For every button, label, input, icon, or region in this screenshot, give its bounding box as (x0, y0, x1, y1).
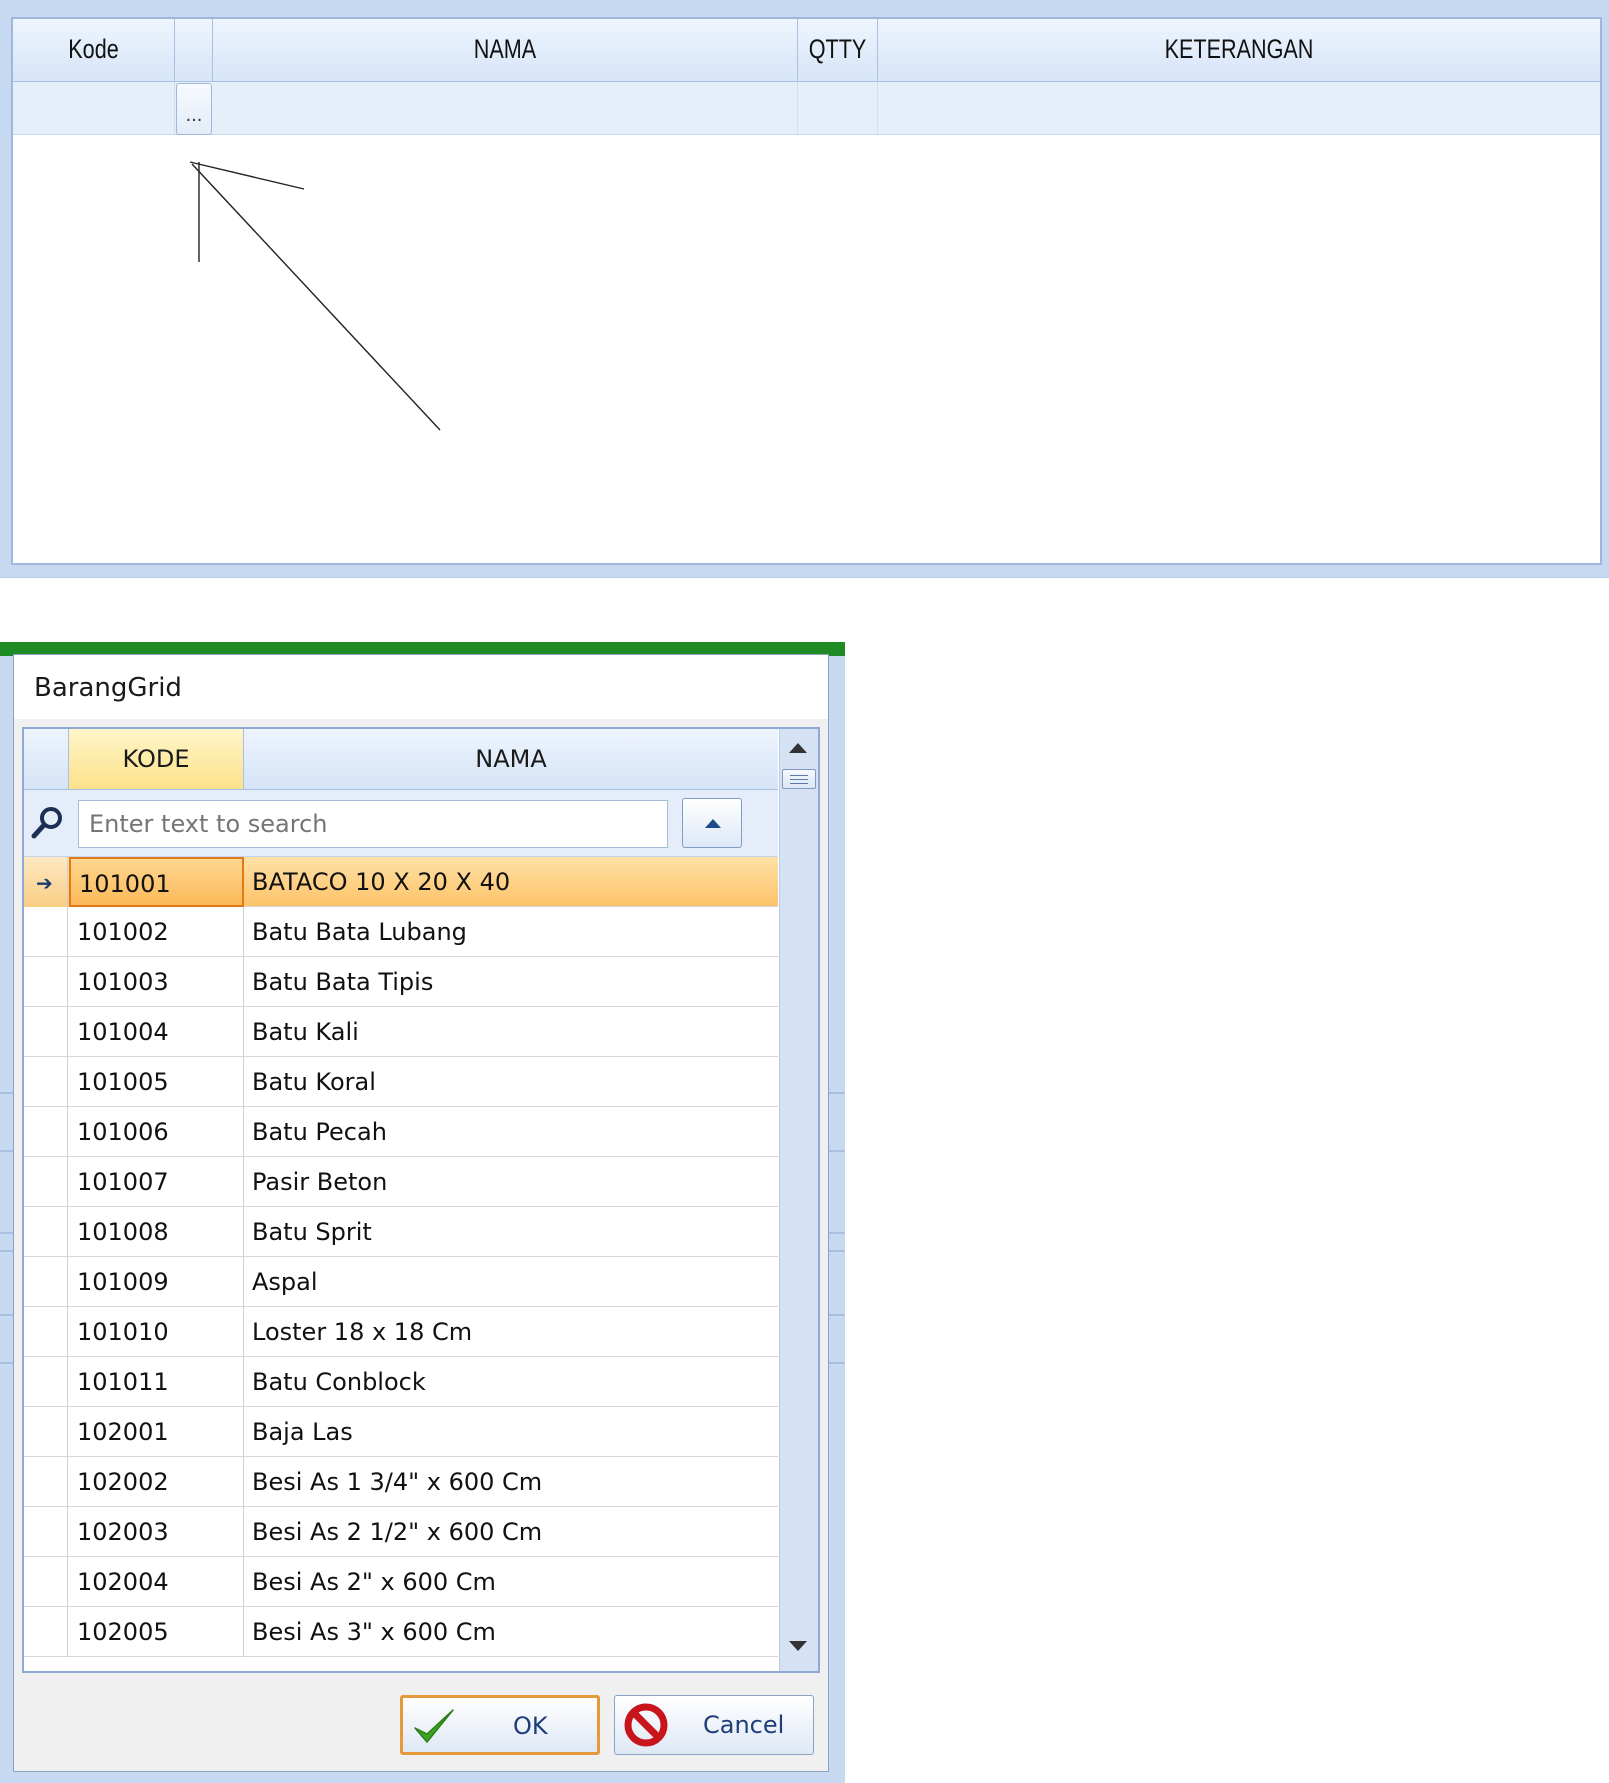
table-row[interactable]: 101004 Batu Kali (24, 1007, 778, 1057)
nama-cell[interactable]: Batu Bata Tipis (244, 957, 778, 1007)
nama-cell[interactable]: Besi As 3" x 600 Cm (244, 1607, 778, 1657)
row-indicator[interactable] (24, 1107, 68, 1157)
kode-cell[interactable]: 101001 (69, 857, 244, 907)
kode-cell[interactable]: 101010 (69, 1307, 244, 1357)
checkmark-icon (414, 1709, 454, 1743)
row-indicator[interactable] (24, 1157, 68, 1207)
cancel-icon (624, 1703, 668, 1747)
row-indicator[interactable] (24, 1507, 68, 1557)
table-row[interactable]: 101008 Batu Sprit (24, 1207, 778, 1257)
kode-cell[interactable]: 102005 (69, 1607, 244, 1657)
vertical-scrollbar[interactable] (779, 729, 818, 1671)
ok-button[interactable]: OK (400, 1695, 600, 1755)
cancel-button[interactable]: Cancel (614, 1695, 814, 1755)
nama-cell[interactable]: Besi As 2 1/2" x 600 Cm (244, 1507, 778, 1557)
table-row[interactable]: 102004 Besi As 2" x 600 Cm (24, 1557, 778, 1607)
collapse-find-panel-button[interactable] (682, 798, 742, 848)
nama-cell[interactable]: Baja Las (244, 1407, 778, 1457)
table-row[interactable]: 101002 Batu Bata Lubang (24, 907, 778, 957)
row-indicator[interactable] (24, 1307, 68, 1357)
nama-cell[interactable]: Besi As 1 3/4" x 600 Cm (244, 1457, 778, 1507)
table-row[interactable]: 101010 Loster 18 x 18 Cm (24, 1307, 778, 1357)
row-indicator[interactable] (24, 1207, 68, 1257)
table-row[interactable]: 101009 Aspal (24, 1257, 778, 1307)
row-indicator[interactable]: ➔ (24, 857, 68, 907)
nama-cell[interactable]: Batu Pecah (244, 1107, 778, 1157)
lookup-grid: KODE NAMA ➔101001BATACO 10 X 20 X 401010… (22, 727, 820, 1673)
nama-cell[interactable]: Loster 18 x 18 Cm (244, 1307, 778, 1357)
nama-cell[interactable]: Batu Koral (244, 1057, 778, 1107)
row-indicator[interactable] (24, 1357, 68, 1407)
table-row[interactable]: 101011 Batu Conblock (24, 1357, 778, 1407)
row-indicator[interactable] (24, 1407, 68, 1457)
kode-cell[interactable]: 101011 (69, 1357, 244, 1407)
row-indicator[interactable] (24, 1607, 68, 1657)
nama-cell[interactable]: BATACO 10 X 20 X 40 (244, 857, 778, 907)
table-row[interactable]: ➔ 101001 BATACO 10 X 20 X 40 (24, 857, 778, 907)
kode-cell[interactable]: 102003 (69, 1507, 244, 1557)
nama-cell[interactable]: Batu Bata Lubang (244, 907, 778, 957)
background-window-bottom (0, 1776, 845, 1783)
search-icon (31, 807, 62, 839)
kode-cell[interactable]: 102004 (69, 1557, 244, 1607)
table-row[interactable]: 101003 Batu Bata Tipis (24, 957, 778, 1007)
nama-cell[interactable]: Batu Kali (244, 1007, 778, 1057)
nama-cell[interactable]: Pasir Beton (244, 1157, 778, 1207)
kode-cell[interactable]: 101007 (69, 1157, 244, 1207)
row-indicator[interactable] (24, 1257, 68, 1307)
kode-cell[interactable]: 101004 (69, 1007, 244, 1057)
row-indicator[interactable] (24, 1007, 68, 1057)
dialog-title: BarangGrid (34, 673, 182, 703)
row-indicator[interactable] (24, 957, 68, 1007)
table-row[interactable]: 102001 Baja Las (24, 1407, 778, 1457)
kode-cell[interactable]: 101006 (69, 1107, 244, 1157)
search-input[interactable] (78, 800, 668, 848)
row-indicator[interactable] (24, 1457, 68, 1507)
lookup-grid-header: KODE NAMA (24, 729, 778, 790)
nama-cell[interactable]: Aspal (244, 1257, 778, 1307)
kode-cell[interactable]: 101009 (69, 1257, 244, 1307)
kode-cell[interactable]: 101003 (69, 957, 244, 1007)
table-row[interactable]: 102002 Besi As 1 3/4" x 600 Cm (24, 1457, 778, 1507)
scroll-down-icon[interactable] (789, 1641, 807, 1651)
row-indicator[interactable] (24, 907, 68, 957)
kode-cell[interactable]: 102002 (69, 1457, 244, 1507)
dialog-titlebar: BarangGrid (14, 655, 828, 719)
cancel-button-label: Cancel (703, 1711, 785, 1739)
kode-cell[interactable]: 102001 (69, 1407, 244, 1457)
nama-cell[interactable]: Batu Conblock (244, 1357, 778, 1407)
scroll-up-icon[interactable] (789, 743, 807, 753)
kode-cell[interactable]: 101005 (69, 1057, 244, 1107)
find-panel (24, 790, 778, 857)
ok-button-label: OK (513, 1712, 548, 1740)
scrollbar-thumb[interactable] (782, 769, 816, 789)
table-row[interactable]: 101006 Batu Pecah (24, 1107, 778, 1157)
kode-cell[interactable]: 101008 (69, 1207, 244, 1257)
top-grid-frame: Kode NAMA QTTY KETERANGAN ... (0, 0, 1609, 578)
collapse-up-icon (705, 819, 721, 828)
annotation-arrow-icon (189, 161, 441, 431)
kode-cell[interactable]: 101002 (69, 907, 244, 957)
nama-cell[interactable]: Besi As 2" x 600 Cm (244, 1557, 778, 1607)
barang-grid-dialog: BarangGrid KODE NAMA ➔ 101001BATACO 10 X … (13, 654, 829, 1772)
column-header-nama[interactable]: NAMA (244, 729, 778, 789)
row-indicator-arrow-icon: ➔ (36, 871, 53, 895)
nama-cell[interactable]: Batu Sprit (244, 1207, 778, 1257)
row-indicator[interactable] (24, 1057, 68, 1107)
table-row[interactable]: 102005 Besi As 3" x 600 Cm (24, 1607, 778, 1657)
row-indicator[interactable] (24, 1557, 68, 1607)
table-row[interactable]: 101005 Batu Koral (24, 1057, 778, 1107)
table-row[interactable]: 101007 Pasir Beton (24, 1157, 778, 1207)
lookup-grid-rows: ➔ 101001 BATACO 10 X 20 X 40 101002 Batu Bat… (24, 857, 778, 1657)
column-header-kode[interactable]: KODE (69, 729, 244, 789)
table-row[interactable]: 102003 Besi As 2 1/2" x 600 Cm (24, 1507, 778, 1557)
row-indicator-header (24, 729, 69, 789)
